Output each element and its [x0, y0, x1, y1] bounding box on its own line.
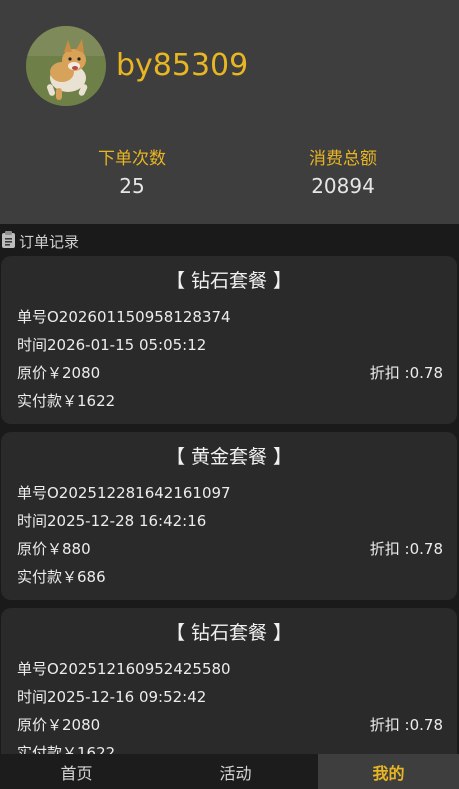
order-number: 单号O202512281642161097	[17, 484, 231, 502]
package-name: 【 钻石套餐 】	[165, 622, 293, 644]
tab-home[interactable]: 首页	[0, 754, 153, 789]
order-count-label: 下单次数	[98, 149, 166, 169]
discount: 折扣 :0.78	[369, 364, 443, 382]
original-price: 原价￥2080	[17, 364, 101, 382]
order-time: 时间2026-01-15 05:05:12	[17, 336, 207, 354]
order-number: 单号O202512160952425580	[17, 660, 231, 678]
username: by85309	[116, 48, 249, 83]
clipboard-icon	[1, 230, 16, 252]
dog-avatar-icon	[26, 26, 106, 106]
user-avatar[interactable]	[26, 26, 106, 106]
total-spent-stat: 消费总额 20894	[268, 148, 418, 200]
discount: 折扣 :0.78	[369, 540, 443, 558]
original-price: 原价￥2080	[17, 716, 101, 734]
paid-amount: 实付款￥1622	[17, 392, 116, 410]
order-count-value: 25	[119, 174, 145, 198]
tab-activity[interactable]: 活动	[153, 754, 318, 789]
discount: 折扣 :0.78	[369, 716, 443, 734]
bottom-tab-bar: 首页 活动 我的	[0, 754, 459, 789]
order-time: 时间2025-12-16 09:52:42	[17, 688, 207, 706]
original-price: 原价￥880	[17, 540, 91, 558]
package-name: 【 钻石套餐 】	[165, 270, 293, 292]
order-card[interactable]: 【 黄金套餐 】 单号O202512281642161097 时间2025-12…	[1, 432, 457, 600]
order-count-stat: 下单次数 25	[57, 148, 207, 200]
order-time: 时间2025-12-28 16:42:16	[17, 512, 207, 530]
paid-amount: 实付款￥1622	[17, 744, 116, 754]
paid-amount: 实付款￥686	[17, 568, 106, 586]
order-card[interactable]: 【 钻石套餐 】 单号O202512160952425580 时间2025-12…	[1, 608, 457, 754]
order-list[interactable]: 【 钻石套餐 】 单号O202601150958128374 时间2026-01…	[0, 256, 459, 754]
order-card[interactable]: 【 钻石套餐 】 单号O202601150958128374 时间2026-01…	[1, 256, 457, 424]
package-name: 【 黄金套餐 】	[165, 446, 293, 468]
order-records-title: 订单记录	[19, 232, 80, 251]
profile-header: by85309 下单次数 25 消费总额 20894	[0, 0, 459, 224]
order-number: 单号O202601150958128374	[17, 308, 231, 326]
order-records-header: 订单记录	[0, 230, 79, 252]
tab-mine[interactable]: 我的	[318, 754, 459, 789]
total-spent-label: 消费总额	[309, 149, 377, 169]
total-spent-value: 20894	[311, 174, 375, 198]
